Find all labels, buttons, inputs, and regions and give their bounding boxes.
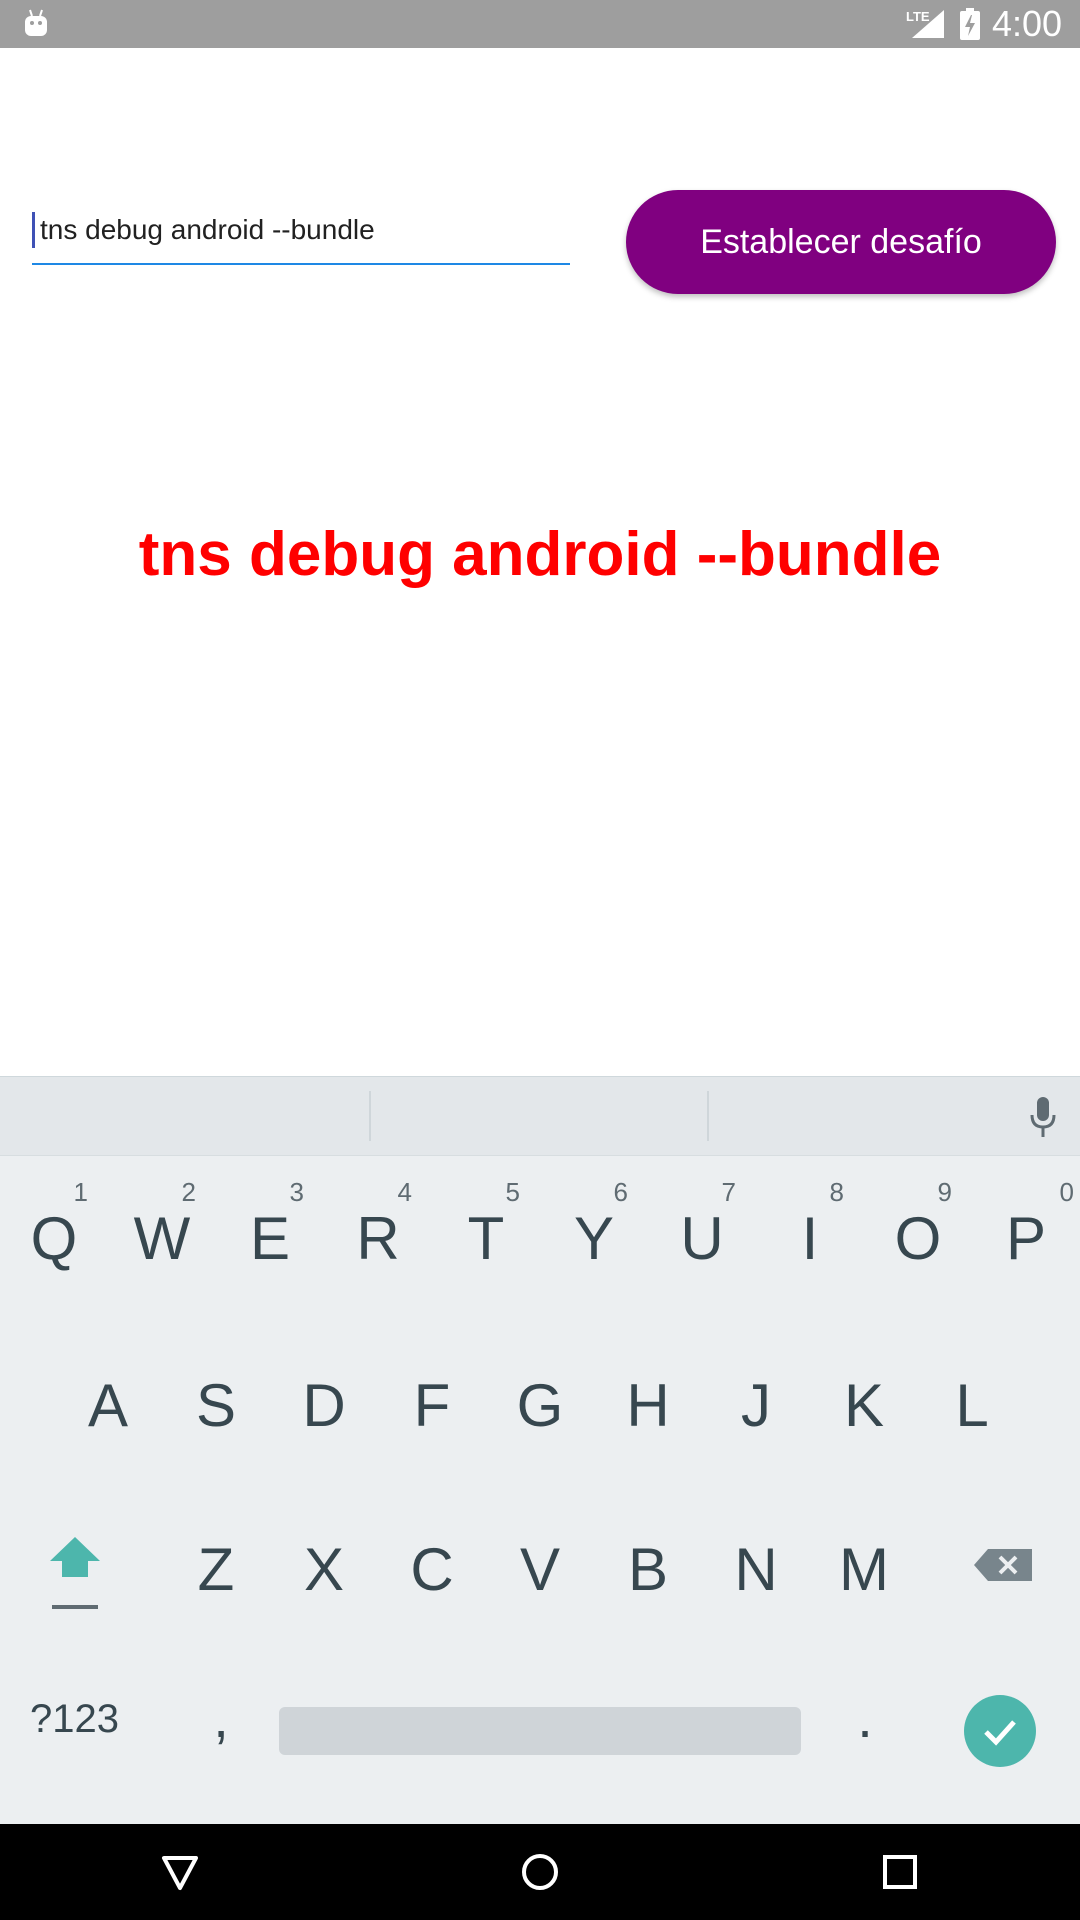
- home-icon[interactable]: [516, 1848, 564, 1896]
- comma-key[interactable]: ,: [196, 1677, 246, 1757]
- key-hint: 9: [937, 1177, 952, 1207]
- key-h[interactable]: H: [594, 1335, 702, 1475]
- key-j[interactable]: J: [702, 1335, 810, 1475]
- soft-keyboard: 1Q 2W 3E 4R 5T 6Y 7U 8I 9O 0P A S D F G …: [0, 1076, 1080, 1825]
- key-p[interactable]: 0P: [972, 1161, 1080, 1301]
- key-t[interactable]: 5T: [432, 1161, 540, 1301]
- key-hint: 4: [397, 1177, 412, 1207]
- key-label: R: [356, 1204, 400, 1272]
- period-key[interactable]: .: [840, 1677, 890, 1757]
- key-u[interactable]: 7U: [648, 1161, 756, 1301]
- enter-key[interactable]: [964, 1695, 1036, 1767]
- key-label: E: [249, 1204, 291, 1272]
- suggestion-divider: [707, 1091, 709, 1141]
- key-label: W: [133, 1204, 191, 1272]
- key-hint: 0: [1059, 1177, 1074, 1207]
- symbols-key[interactable]: ?123: [30, 1684, 140, 1754]
- key-label: T: [467, 1204, 505, 1272]
- key-d[interactable]: D: [270, 1335, 378, 1475]
- key-r[interactable]: 4R: [324, 1161, 432, 1301]
- key-label: O: [894, 1204, 942, 1272]
- key-a[interactable]: A: [54, 1335, 162, 1475]
- enter-check-icon: [984, 1720, 1016, 1746]
- key-o[interactable]: 9O: [864, 1161, 972, 1301]
- suggestion-divider: [369, 1091, 371, 1141]
- suggestion-strip: [0, 1077, 1080, 1156]
- challenge-input-value: tns debug android --bundle: [40, 214, 375, 245]
- key-hint: 8: [829, 1177, 844, 1207]
- challenge-input[interactable]: tns debug android --bundle: [32, 205, 570, 265]
- key-i[interactable]: 8I: [756, 1161, 864, 1301]
- android-app-icon: [25, 9, 47, 36]
- challenge-result-label: tns debug android --bundle: [138, 520, 942, 589]
- key-hint: 6: [613, 1177, 628, 1207]
- key-hint: 3: [289, 1177, 304, 1207]
- key-y[interactable]: 6Y: [540, 1161, 648, 1301]
- key-hint: 7: [721, 1177, 736, 1207]
- key-k[interactable]: K: [810, 1335, 918, 1475]
- key-x[interactable]: X: [270, 1499, 378, 1639]
- key-label: P: [1005, 1204, 1047, 1272]
- key-e[interactable]: 3E: [216, 1161, 324, 1301]
- key-f[interactable]: F: [378, 1335, 486, 1475]
- screen: LTE 4:00 tns debug android --bundle Esta…: [0, 0, 1080, 1920]
- key-l[interactable]: L: [918, 1335, 1026, 1475]
- key-c[interactable]: C: [378, 1499, 486, 1639]
- key-w[interactable]: 2W: [108, 1161, 216, 1301]
- battery-charging-icon: [960, 8, 980, 40]
- set-challenge-button[interactable]: Establecer desafío: [626, 190, 1056, 294]
- mic-icon[interactable]: [1028, 1095, 1058, 1139]
- key-label: U: [680, 1204, 724, 1272]
- key-label: Q: [30, 1204, 78, 1272]
- key-label: Y: [573, 1204, 615, 1272]
- key-z[interactable]: Z: [162, 1499, 270, 1639]
- status-time: 4:00: [992, 3, 1063, 44]
- spacebar[interactable]: [279, 1707, 801, 1755]
- recents-icon[interactable]: [876, 1848, 924, 1896]
- text-caret: [32, 212, 35, 248]
- key-g[interactable]: G: [486, 1335, 594, 1475]
- key-label: I: [801, 1204, 819, 1272]
- back-icon[interactable]: [156, 1848, 204, 1896]
- backspace-icon[interactable]: [970, 1525, 1040, 1605]
- status-bar: LTE 4:00: [0, 0, 1080, 48]
- key-m[interactable]: M: [810, 1499, 918, 1639]
- shift-icon[interactable]: [30, 1521, 120, 1631]
- key-hint: 5: [505, 1177, 520, 1207]
- key-q[interactable]: 1Q: [0, 1161, 108, 1301]
- key-v[interactable]: V: [486, 1499, 594, 1639]
- key-hint: 1: [73, 1177, 88, 1207]
- key-b[interactable]: B: [594, 1499, 702, 1639]
- key-n[interactable]: N: [702, 1499, 810, 1639]
- key-hint: 2: [181, 1177, 196, 1207]
- key-s[interactable]: S: [162, 1335, 270, 1475]
- navigation-bar: [0, 1824, 1080, 1920]
- signal-icon: [912, 10, 944, 38]
